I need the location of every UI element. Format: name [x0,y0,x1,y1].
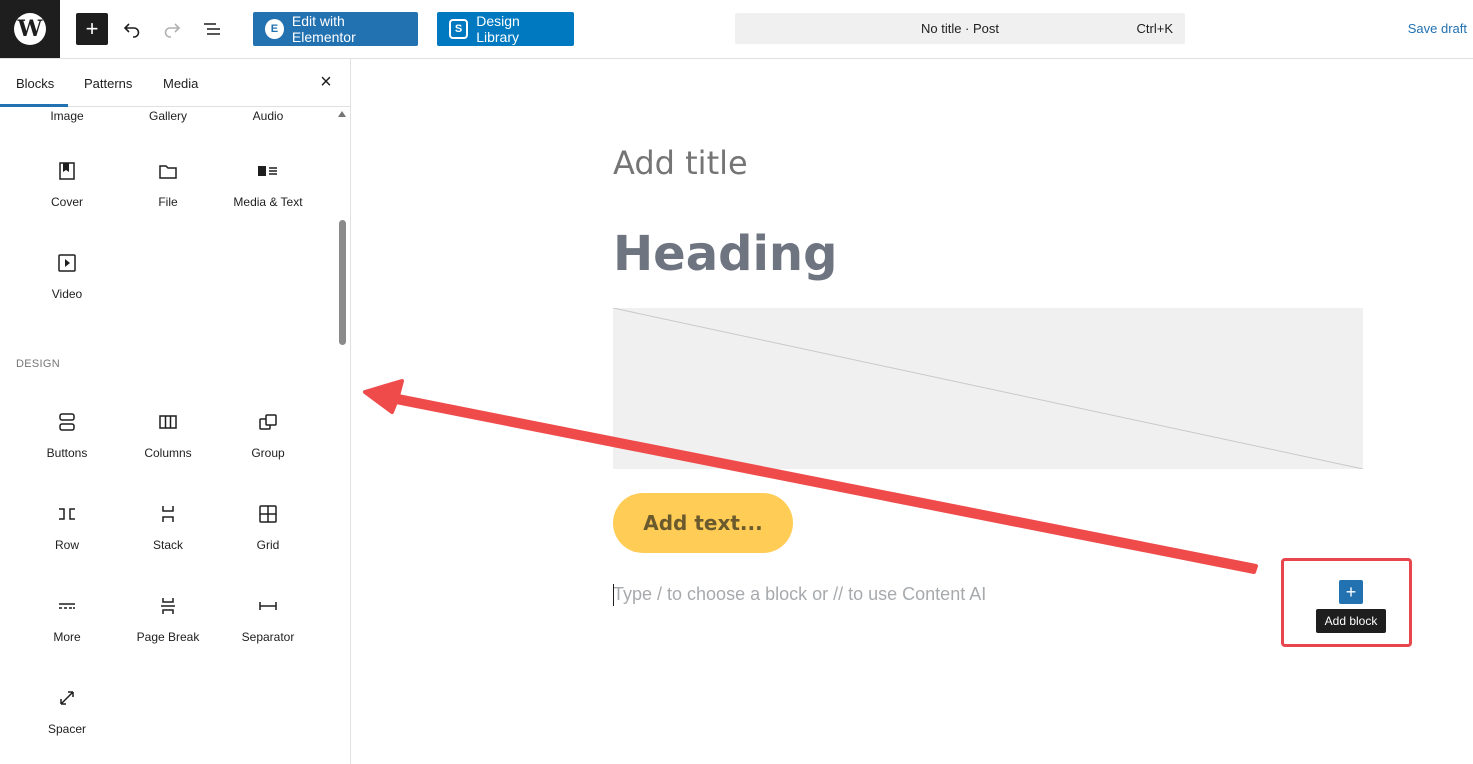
block-label: File [158,195,178,209]
separator-icon [256,594,280,618]
heading-block[interactable]: Heading [613,226,837,282]
add-block-button[interactable]: + [1339,580,1363,604]
document-title: No title · Post [920,21,1000,36]
block-label: Grid [256,538,280,552]
scrollbar-thumb[interactable] [339,220,346,345]
block-video[interactable]: Video [17,251,117,301]
block-label: Media & Text [233,195,303,209]
spacer-icon [55,686,79,710]
block-label: Page Break [136,630,200,644]
editor-header: W + E Edit with Elementor S Design Libra… [0,0,1473,59]
design-section-heading: DESIGN [16,358,60,370]
design-library-icon: S [449,19,469,39]
block-file[interactable]: File [118,159,218,209]
block-label: Row [54,538,79,552]
design-library-button[interactable]: S Design Library [437,12,574,46]
block-stack[interactable]: Stack [118,502,218,552]
cover-icon [55,159,79,183]
inserter-scrollbar[interactable] [337,107,347,764]
scroll-up-arrow-icon[interactable] [338,111,346,117]
elementor-icon: E [265,19,284,39]
block-more[interactable]: More [17,594,117,644]
tab-blocks[interactable]: Blocks [16,76,54,91]
page-break-icon [156,594,180,618]
block-separator[interactable]: Separator [218,594,318,644]
paragraph-placeholder[interactable]: Type / to choose a block or // to use Co… [613,584,986,605]
close-inserter-button[interactable]: × [316,72,336,92]
block-group[interactable]: Group [218,410,318,460]
button-block-text: Add text... [643,511,763,535]
document-overview-button[interactable] [196,13,228,45]
block-label: Audio [252,109,284,123]
block-label: Video [51,287,83,301]
media-text-icon [256,159,280,183]
inserter-tabs: Blocks Patterns Media × [0,59,350,107]
wordpress-logo-button[interactable]: W [0,0,60,58]
redo-button[interactable] [156,13,188,45]
row-icon [55,502,79,526]
block-spacer[interactable]: Spacer [17,686,117,736]
block-label: Stack [152,538,183,552]
placeholder-diagonal-icon [612,307,1364,470]
list-view-icon [204,23,220,35]
plus-icon: + [85,16,99,41]
block-cover[interactable]: Cover [17,159,117,209]
wordpress-logo-icon: W [14,13,46,45]
block-label: Group [251,446,285,460]
block-columns[interactable]: Columns [118,410,218,460]
post-title-placeholder[interactable]: Add title [613,144,748,182]
image-placeholder-block[interactable] [612,307,1364,470]
command-shortcut: Ctrl+K [1136,21,1173,36]
block-label: Gallery [148,109,187,123]
block-grid[interactable]: Grid [218,502,318,552]
block-label: Image [50,109,84,123]
add-block-tooltip: Add block [1316,609,1386,633]
block-label: Spacer [47,722,87,736]
block-audio[interactable]: Audio [218,109,318,123]
video-icon [55,251,79,275]
design-library-label: Design Library [476,13,520,45]
block-row[interactable]: Row [17,502,117,552]
redo-icon [164,23,181,38]
block-gallery[interactable]: Gallery [118,109,218,123]
command-palette-bar[interactable]: No title · Post Ctrl+K [735,13,1185,44]
tab-media[interactable]: Media [163,76,198,91]
undo-button[interactable] [116,13,148,45]
plus-icon: + [1345,582,1357,602]
block-label: Columns [144,446,192,460]
block-image[interactable]: Image [17,109,117,123]
block-label: Cover [50,195,83,209]
block-label: More [53,630,81,644]
buttons-icon [55,410,79,434]
block-page-break[interactable]: Page Break [118,594,218,644]
more-icon [55,594,79,618]
tab-patterns[interactable]: Patterns [84,76,132,91]
block-buttons[interactable]: Buttons [17,410,117,460]
group-icon [256,410,280,434]
button-block[interactable]: Add text... [613,493,793,553]
columns-icon [156,410,180,434]
stack-icon [156,502,180,526]
file-icon [156,159,180,183]
grid-icon [256,502,280,526]
active-tab-indicator [0,104,68,107]
close-icon: × [320,71,332,93]
block-inserter-toggle[interactable]: + [76,13,108,45]
save-draft-button[interactable]: Save draft [1408,21,1467,36]
edit-with-elementor-label: Edit with Elementor [291,13,356,45]
undo-icon [123,23,140,38]
block-label: Buttons [46,446,88,460]
edit-with-elementor-button[interactable]: E Edit with Elementor [253,12,418,46]
block-label: Separator [241,630,295,644]
text-caret [613,584,614,606]
block-media-text[interactable]: Media & Text [218,159,318,209]
block-inserter-panel: Blocks Patterns Media × Image Gallery Au… [0,59,351,764]
